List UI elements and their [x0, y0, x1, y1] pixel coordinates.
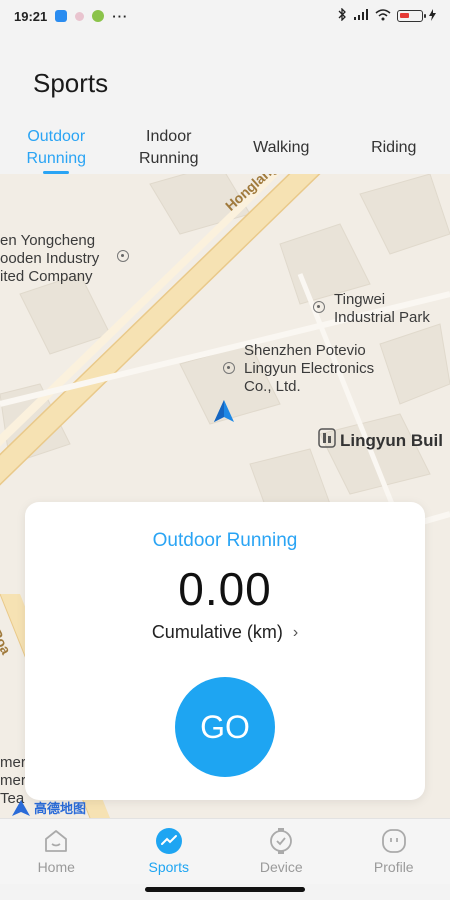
map-logo-text: 高德地图 [34, 801, 87, 816]
current-location-icon [214, 400, 234, 429]
watch-icon [267, 827, 295, 855]
poi-label: Shenzhen Potevio Lingyun Electronics Co.… [244, 342, 375, 395]
battery-icon [397, 10, 426, 22]
poi-marker-icon [117, 250, 129, 262]
sports-icon [155, 827, 183, 855]
tab-indoor-running[interactable]: Indoor Running [113, 122, 226, 174]
cumulative-label: Cumulative (km) [151, 622, 283, 642]
workout-card: Outdoor Running 0.00 Cumulative (km) › G… [25, 502, 425, 800]
amap-logo-icon [12, 799, 30, 816]
poi-label: en Yongcheng ooden Industry ited Company [0, 232, 100, 285]
notification-dot-icon [75, 11, 85, 21]
wifi-icon [375, 8, 391, 24]
home-indicator[interactable] [145, 887, 305, 892]
charging-icon [429, 8, 436, 24]
nav-label: Profile [373, 859, 414, 875]
poi-lingyun-building[interactable]: Lingyun Buil [318, 428, 443, 453]
nav-label: Sports [148, 859, 189, 875]
tab-walking[interactable]: Walking [225, 122, 338, 174]
nav-label: Device [259, 859, 303, 875]
poi-marker-icon [313, 301, 325, 313]
sport-tabs: Outdoor Running Indoor Running Walking Rid… [0, 122, 450, 174]
poi-label: Tingwei Industrial Park [334, 291, 430, 326]
poi-tingwei[interactable]: Tingwei Industrial Park [334, 291, 430, 327]
tab-label: Riding [371, 139, 417, 156]
more-notifications-icon: ··· [112, 8, 129, 24]
page-title: Sports [33, 68, 109, 98]
cumulative-distance: 0.00 [178, 563, 272, 615]
app-notification-icon [55, 10, 68, 22]
nav-label: Home [37, 859, 75, 875]
tab-outdoor-running[interactable]: Outdoor Running [0, 122, 113, 174]
building-icon [318, 428, 336, 453]
status-time: 19:21 [14, 8, 48, 24]
app-green-icon [92, 10, 105, 22]
nav-profile[interactable]: Profile [338, 819, 450, 884]
tab-label: Indoor Running [138, 128, 199, 167]
status-bar: 19:21 ··· [0, 0, 450, 32]
tab-label: Outdoor Running [26, 128, 87, 167]
chevron-right-icon: › [292, 623, 299, 641]
nav-device[interactable]: Device [225, 819, 338, 884]
signal-icon [353, 8, 369, 24]
go-button[interactable]: GO [175, 677, 275, 777]
tab-riding[interactable]: Riding [338, 122, 450, 174]
poi-marker-icon [223, 362, 235, 374]
cumulative-link[interactable]: Cumulative (km) › [152, 622, 298, 643]
bottom-navigation: Home Sports Device Profile [0, 818, 450, 884]
nav-sports[interactable]: Sports [113, 819, 226, 884]
tab-label: Walking [253, 139, 310, 156]
poi-yongcheng[interactable]: en Yongcheng ooden Industry ited Company [0, 232, 110, 286]
poi-potevio[interactable]: Shenzhen Potevio Lingyun Electronics Co.… [244, 342, 374, 396]
profile-icon [380, 827, 408, 855]
poi-label: Lingyun Buil [340, 430, 443, 450]
map-provider-logo: 高德地图 [12, 798, 86, 817]
workout-mode-title: Outdoor Running [152, 530, 298, 551]
home-icon [42, 827, 70, 855]
bluetooth-icon [338, 7, 347, 24]
nav-home[interactable]: Home [0, 819, 113, 884]
